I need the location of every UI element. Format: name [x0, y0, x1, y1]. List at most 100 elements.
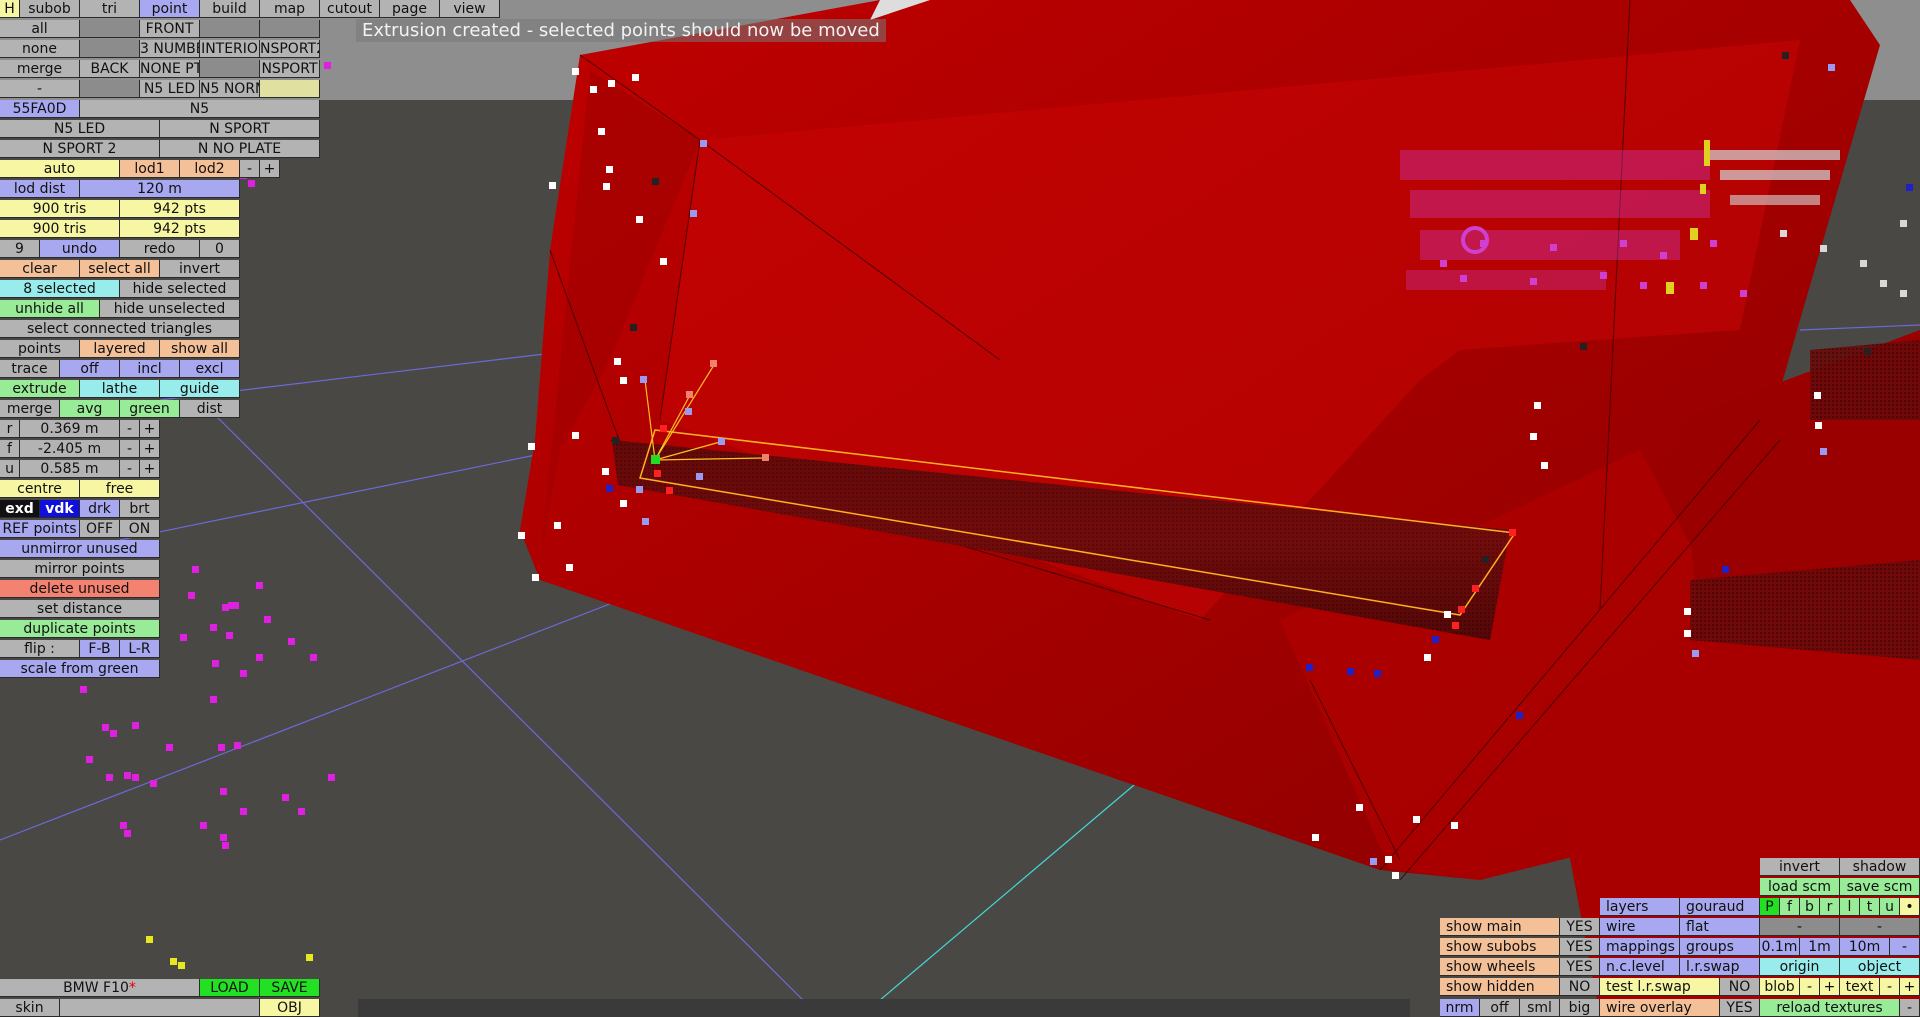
- load-scm-button[interactable]: load scm: [1760, 878, 1840, 896]
- test-lr-swap-toggle[interactable]: NO: [1720, 978, 1760, 996]
- delete-unused-button[interactable]: delete unused: [0, 580, 160, 598]
- ref-points-on[interactable]: ON: [120, 520, 160, 538]
- subob-nsport2[interactable]: NSPORT2: [260, 40, 320, 58]
- ref-points-off[interactable]: OFF: [80, 520, 120, 538]
- coord-u-minus[interactable]: -: [120, 460, 140, 478]
- subob-dash[interactable]: -: [0, 80, 80, 98]
- undo-button[interactable]: undo: [40, 240, 120, 258]
- skin-field[interactable]: [60, 999, 260, 1017]
- lod2-button[interactable]: lod2: [180, 160, 240, 178]
- trace-incl-button[interactable]: incl: [120, 360, 180, 378]
- step-1m-button[interactable]: 1m: [1800, 938, 1840, 956]
- subob-none[interactable]: none: [0, 40, 80, 58]
- subob-number[interactable]: 3 NUMBE: [140, 40, 200, 58]
- coord-f-value[interactable]: -2.405 m: [20, 440, 120, 458]
- origin-button[interactable]: origin: [1760, 958, 1840, 976]
- menu-build[interactable]: build: [200, 0, 260, 18]
- text-plus[interactable]: +: [1900, 978, 1920, 996]
- mappings-button[interactable]: mappings: [1600, 938, 1680, 956]
- step-01m-button[interactable]: 0.1m: [1760, 938, 1800, 956]
- lod-plus[interactable]: +: [260, 160, 280, 178]
- menu-view[interactable]: view: [440, 0, 500, 18]
- view-f-button[interactable]: f: [1780, 898, 1800, 916]
- menu-tri[interactable]: tri: [80, 0, 140, 18]
- view-blank-2[interactable]: -: [1840, 918, 1920, 936]
- subob-n5led[interactable]: N5 LED: [140, 80, 200, 98]
- subob-n5norm[interactable]: N5 NORM: [200, 80, 260, 98]
- lod1-button[interactable]: lod1: [120, 160, 180, 178]
- lod-auto[interactable]: auto: [0, 160, 120, 178]
- merge-points-button[interactable]: merge: [0, 400, 60, 418]
- coord-f-plus[interactable]: +: [140, 440, 160, 458]
- invert-selection-button[interactable]: invert: [160, 260, 240, 278]
- select-connected-button[interactable]: select connected triangles: [0, 320, 240, 338]
- hide-unselected-button[interactable]: hide unselected: [100, 300, 240, 318]
- coord-f-minus[interactable]: -: [120, 440, 140, 458]
- unmirror-unused-button[interactable]: unmirror unused: [0, 540, 160, 558]
- subob-item-n-sport[interactable]: N SPORT: [160, 120, 320, 138]
- show-hidden-toggle[interactable]: NO: [1560, 978, 1600, 996]
- reload-textures-button[interactable]: reload textures: [1760, 999, 1900, 1017]
- lod-dist-value[interactable]: 120 m: [80, 180, 240, 198]
- scale-from-green-button[interactable]: scale from green: [0, 660, 160, 678]
- menu-subob[interactable]: subob: [20, 0, 80, 18]
- wire-overlay-toggle[interactable]: YES: [1720, 999, 1760, 1017]
- unhide-all-button[interactable]: unhide all: [0, 300, 100, 318]
- theme-brt-button[interactable]: brt: [120, 500, 160, 518]
- blob-plus[interactable]: +: [1820, 978, 1840, 996]
- subob-blank-3[interactable]: [260, 20, 320, 38]
- show-wheels-toggle[interactable]: YES: [1560, 958, 1600, 976]
- duplicate-points-button[interactable]: duplicate points: [0, 620, 160, 638]
- set-distance-button[interactable]: set distance: [0, 600, 160, 618]
- show-subobs-toggle[interactable]: YES: [1560, 938, 1600, 956]
- show-main-toggle[interactable]: YES: [1560, 918, 1600, 936]
- view-b-button[interactable]: b: [1800, 898, 1820, 916]
- view-r-button[interactable]: r: [1820, 898, 1840, 916]
- trace-off-button[interactable]: off: [60, 360, 120, 378]
- menu-point[interactable]: point: [140, 0, 200, 18]
- view-dot-button[interactable]: •: [1900, 898, 1920, 916]
- subob-blank-4[interactable]: [80, 40, 140, 58]
- load-button[interactable]: LOAD: [200, 979, 260, 997]
- subob-color-code[interactable]: 55FA0D: [0, 100, 80, 118]
- view-u-button[interactable]: u: [1880, 898, 1900, 916]
- blob-minus[interactable]: -: [1800, 978, 1820, 996]
- lathe-button[interactable]: lathe: [80, 380, 160, 398]
- subob-blank-2[interactable]: [200, 20, 260, 38]
- wire-button[interactable]: wire: [1600, 918, 1680, 936]
- subob-nsport[interactable]: NSPORT: [260, 60, 320, 78]
- nc-level-button[interactable]: n.c.level: [1600, 958, 1680, 976]
- coord-u-value[interactable]: 0.585 m: [20, 460, 120, 478]
- point-size-big[interactable]: big: [1560, 999, 1600, 1017]
- layered-button[interactable]: layered: [80, 340, 160, 358]
- view-t-button[interactable]: t: [1860, 898, 1880, 916]
- subob-blank-7[interactable]: [260, 80, 320, 98]
- obj-button[interactable]: OBJ: [260, 999, 320, 1017]
- subob-merge[interactable]: merge: [0, 60, 80, 78]
- guide-button[interactable]: guide: [160, 380, 240, 398]
- lr-swap-button[interactable]: l.r.swap: [1680, 958, 1760, 976]
- menu-map[interactable]: map: [260, 0, 320, 18]
- shadow-button[interactable]: shadow: [1840, 858, 1920, 876]
- subob-item-n5-led[interactable]: N5 LED: [0, 120, 160, 138]
- merge-dist-button[interactable]: dist: [180, 400, 240, 418]
- step-dash-button[interactable]: -: [1890, 938, 1920, 956]
- reload-minus[interactable]: -: [1900, 999, 1920, 1017]
- merge-avg-button[interactable]: avg: [60, 400, 120, 418]
- save-scm-button[interactable]: save scm: [1840, 878, 1920, 896]
- subob-blank-6[interactable]: [80, 80, 140, 98]
- point-size-off[interactable]: off: [1480, 999, 1520, 1017]
- subob-item-n-no-plate[interactable]: N NO PLATE: [160, 140, 320, 158]
- flip-lr-button[interactable]: L-R: [120, 640, 160, 658]
- pivot-centre-button[interactable]: centre: [0, 480, 80, 498]
- theme-vdk-button[interactable]: vdk: [40, 500, 80, 518]
- pivot-free-button[interactable]: free: [80, 480, 160, 498]
- point-size-nrm[interactable]: nrm: [1440, 999, 1480, 1017]
- model-name[interactable]: BMW F10*: [0, 979, 200, 997]
- view-p-button[interactable]: P: [1760, 898, 1780, 916]
- redo-button[interactable]: redo: [120, 240, 200, 258]
- extrude-button[interactable]: extrude: [0, 380, 80, 398]
- subob-back[interactable]: BACK: [80, 60, 140, 78]
- show-all-button[interactable]: show all: [160, 340, 240, 358]
- flip-fb-button[interactable]: F-B: [80, 640, 120, 658]
